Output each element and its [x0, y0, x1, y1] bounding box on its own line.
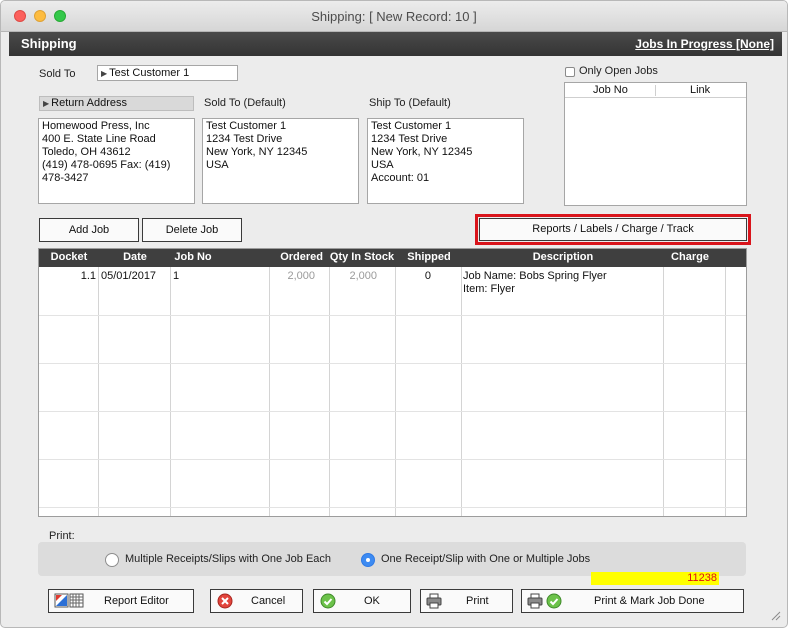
jobs-list-col-job-no: Job No — [593, 84, 628, 96]
sold-to-field[interactable]: ▶ Test Customer 1 — [97, 65, 238, 81]
row-divider — [39, 363, 746, 364]
report-editor-icon — [54, 593, 84, 608]
jobs-list[interactable]: Job No Link — [564, 82, 747, 206]
add-job-button[interactable]: Add Job — [39, 218, 139, 242]
address-line: (419) 478-0695 Fax: (419) — [42, 159, 171, 171]
shipping-window: Shipping: [ New Record: 10 ] Shipping Jo… — [0, 0, 788, 628]
checkmark-icon — [546, 593, 562, 609]
address-line: 400 E. State Line Road — [42, 133, 156, 145]
address-line: New York, NY 12345 — [206, 146, 308, 158]
only-open-jobs-checkbox[interactable] — [565, 67, 575, 77]
print-and-mark-job-done-button[interactable]: Print & Mark Job Done — [521, 589, 744, 613]
resize-grip-icon[interactable] — [769, 609, 781, 621]
address-line: Account: 01 — [371, 172, 430, 184]
radio-multiple-receipts-label[interactable]: Multiple Receipts/Slips with One Job Eac… — [125, 553, 331, 565]
radio-one-receipt-label[interactable]: One Receipt/Slip with One or Multiple Jo… — [381, 553, 590, 565]
col-header-charge: Charge — [671, 251, 709, 263]
address-line: USA — [206, 159, 229, 171]
minimize-window-button[interactable] — [34, 10, 46, 22]
cell-job-no: 1 — [173, 270, 180, 282]
report-editor-button[interactable]: Report Editor — [48, 589, 194, 613]
col-header-job-no: Job No — [174, 251, 212, 263]
expand-triangle-icon: ▶ — [43, 99, 50, 108]
row-divider — [39, 459, 746, 460]
print-label: Print: — [49, 530, 75, 542]
window-title: Shipping: [ New Record: 10 ] — [311, 9, 477, 24]
row-divider — [39, 507, 746, 508]
cancel-label: Cancel — [251, 595, 286, 607]
cell-date: 05/01/2017 — [101, 270, 157, 282]
return-address-header[interactable]: ▶ Return Address — [39, 96, 194, 111]
address-line: 1234 Test Drive — [371, 133, 448, 145]
col-header-qty-in-stock: Qty In Stock — [329, 251, 395, 263]
return-address-field[interactable]: Homewood Press, Inc 400 E. State Line Ro… — [38, 118, 195, 204]
zoom-window-button[interactable] — [54, 10, 66, 22]
print-and-mark-job-done-label: Print & Mark Job Done — [594, 595, 705, 607]
cell-description-line: Job Name: Bobs Spring Flyer — [463, 270, 607, 282]
jobs-in-progress-link[interactable]: Jobs In Progress [None] — [635, 37, 774, 51]
ok-button[interactable]: OK — [313, 589, 411, 613]
cancel-icon — [217, 593, 233, 609]
column-divider — [655, 85, 656, 96]
delete-job-button[interactable]: Delete Job — [142, 218, 242, 242]
address-line: Homewood Press, Inc — [42, 120, 150, 132]
only-open-jobs-label: Only Open Jobs — [579, 65, 658, 77]
address-line: 1234 Test Drive — [206, 133, 283, 145]
sold-to-value: Test Customer 1 — [109, 67, 190, 79]
ok-label: OK — [364, 595, 380, 607]
expand-triangle-icon: ▶ — [101, 69, 108, 78]
radio-one-receipt[interactable] — [361, 553, 375, 567]
cell-qty-in-stock: 2,000 — [349, 270, 377, 282]
sold-to-default-label: Sold To (Default) — [204, 97, 286, 109]
address-line: Test Customer 1 — [371, 120, 452, 132]
reports-labels-charge-track-button[interactable]: Reports / Labels / Charge / Track — [479, 218, 747, 241]
col-header-description: Description — [532, 251, 594, 263]
table-row[interactable]: 1.1 05/01/2017 1 2,000 2,000 0 Job Name:… — [39, 267, 746, 315]
jobs-list-col-link: Link — [690, 84, 711, 96]
sold-to-default-field[interactable]: Test Customer 1 1234 Test Drive New York… — [202, 118, 359, 204]
title-bar: Shipping: [ New Record: 10 ] — [1, 1, 787, 32]
record-number: 11238 — [591, 572, 719, 585]
checkmark-icon — [320, 593, 336, 609]
layout-title: Shipping — [21, 36, 77, 51]
jobs-list-header: Job No Link — [565, 83, 746, 98]
cell-docket: 1.1 — [80, 270, 96, 282]
cell-shipped: 0 — [424, 270, 431, 282]
printer-icon — [527, 593, 543, 609]
return-address-label: Return Address — [51, 97, 127, 109]
ship-to-default-field[interactable]: Test Customer 1 1234 Test Drive New York… — [367, 118, 524, 204]
layout-header: Shipping Jobs In Progress [None] — [9, 32, 782, 56]
col-header-ordered: Ordered — [280, 251, 323, 263]
sold-to-label: Sold To — [39, 68, 76, 80]
address-line: Toledo, OH 43612 — [42, 146, 131, 158]
row-divider — [39, 315, 746, 316]
address-line: 478-3427 — [42, 172, 89, 184]
cancel-button[interactable]: Cancel — [210, 589, 303, 613]
col-header-date: Date — [123, 251, 147, 263]
col-header-docket: Docket — [50, 251, 88, 263]
address-line: New York, NY 12345 — [371, 146, 473, 158]
address-line: Test Customer 1 — [206, 120, 287, 132]
ship-to-default-label: Ship To (Default) — [369, 97, 451, 109]
cell-ordered: 2,000 — [287, 270, 315, 282]
row-divider — [39, 411, 746, 412]
table-header: Docket Date Job No Ordered Qty In Stock … — [39, 249, 746, 267]
print-button[interactable]: Print — [420, 589, 513, 613]
print-label: Print — [466, 595, 489, 607]
col-header-shipped: Shipped — [407, 251, 451, 263]
cell-description-line: Item: Flyer — [463, 283, 515, 295]
address-line: USA — [371, 159, 394, 171]
report-editor-label: Report Editor — [104, 595, 169, 607]
printer-icon — [426, 593, 442, 609]
close-window-button[interactable] — [14, 10, 26, 22]
radio-multiple-receipts[interactable] — [105, 553, 119, 567]
shipping-jobs-table: Docket Date Job No Ordered Qty In Stock … — [38, 248, 747, 517]
